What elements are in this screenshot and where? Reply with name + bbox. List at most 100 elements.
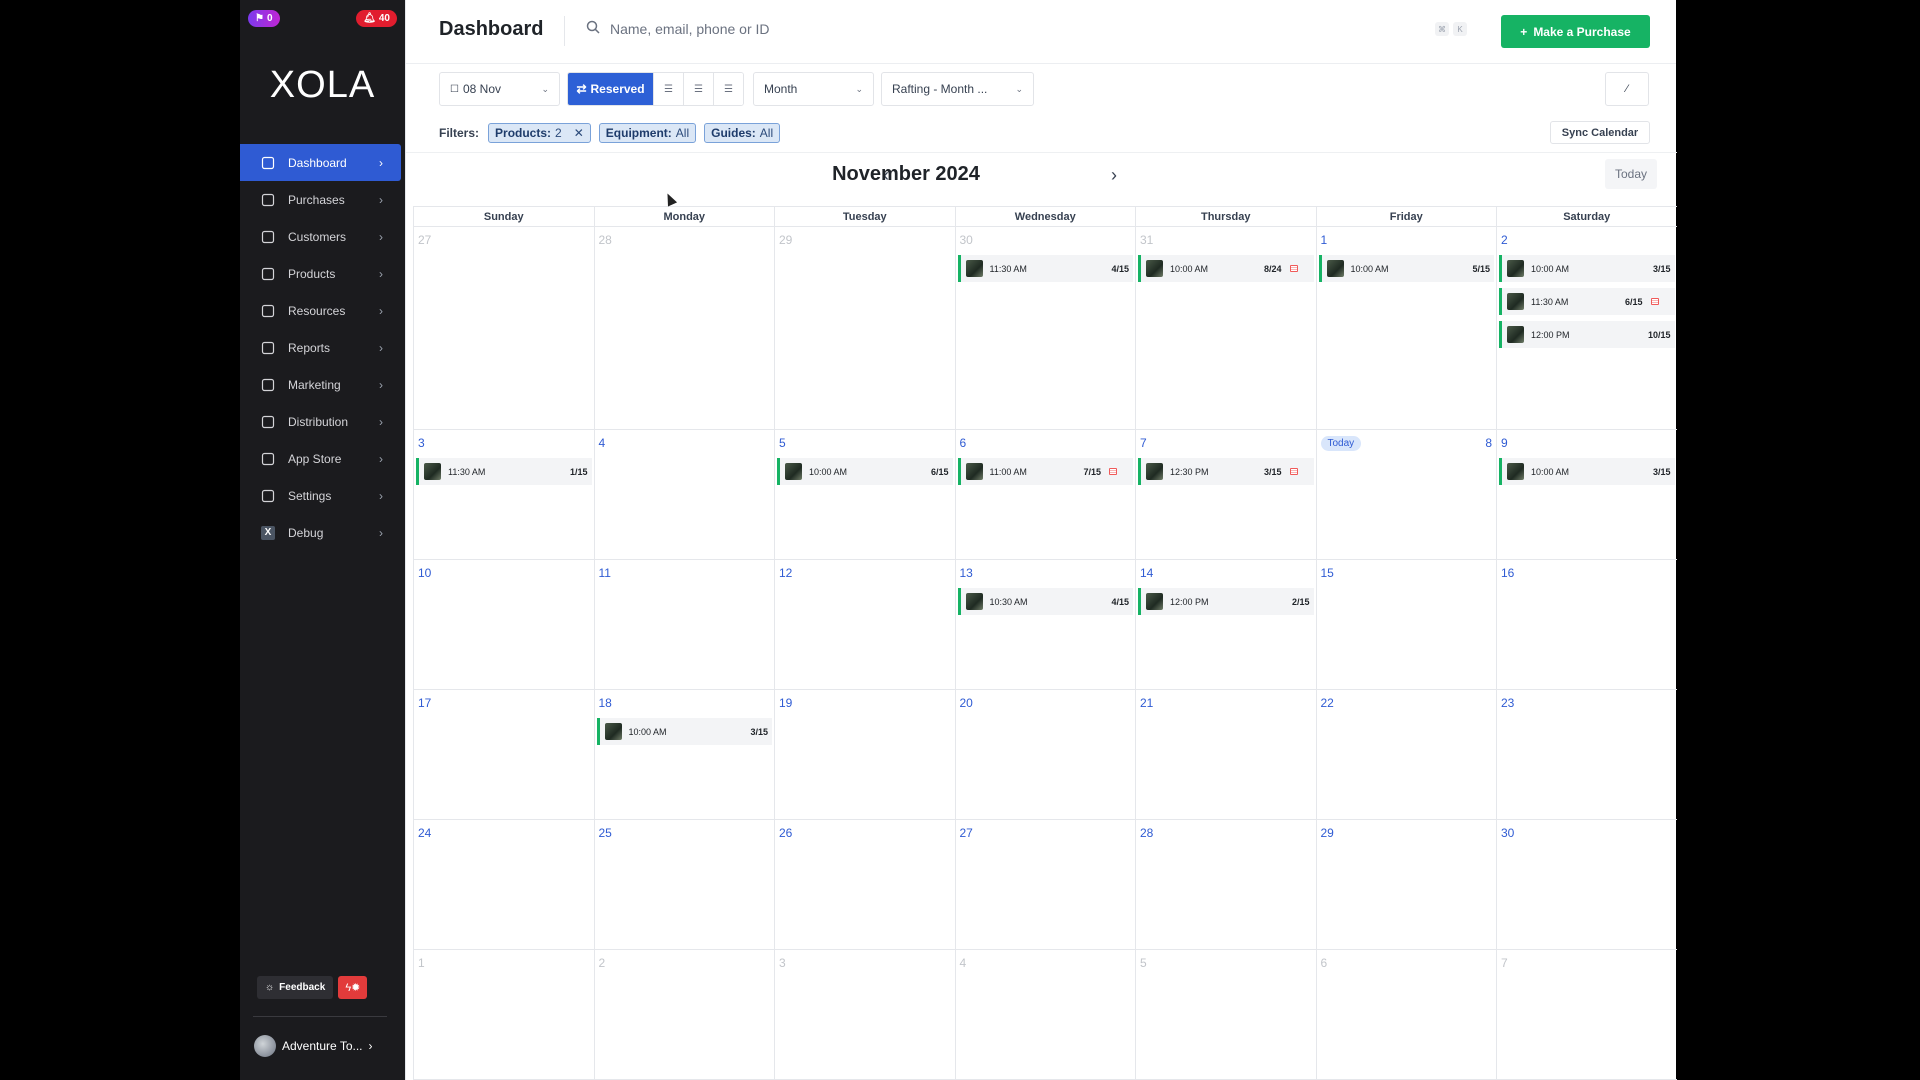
day-cell[interactable]: 1 10:00 AM 5/15	[1315, 227, 1497, 429]
magic-wand-button[interactable]: ⁄	[1605, 72, 1649, 106]
day-cell[interactable]: Today 8	[1315, 430, 1497, 559]
day-cell[interactable]: 4	[593, 430, 775, 559]
event-slot[interactable]: 10:00 AM 3/15	[1499, 458, 1675, 485]
day-cell[interactable]: 29	[1315, 820, 1497, 949]
day-cell[interactable]: 31 10:00 AM 8/24	[1135, 227, 1316, 429]
period-select[interactable]: Month ⌄	[753, 72, 874, 106]
day-cell[interactable]: 17	[413, 690, 594, 819]
day-cell[interactable]: 14 12:00 PM 2/15	[1135, 560, 1316, 689]
sidebar-item-dashboard[interactable]: Dashboard ›	[240, 144, 401, 181]
day-cell[interactable]: 30 11:30 AM 4/15	[954, 227, 1136, 429]
next-month-arrow-icon[interactable]: ›	[1111, 165, 1117, 186]
day-cell[interactable]: 30	[1496, 820, 1677, 949]
feedback-button[interactable]: ☼ Feedback	[257, 976, 334, 999]
sidebar-item-reports[interactable]: Reports ›	[240, 329, 401, 366]
reserved-toggle[interactable]: ⇄ Reserved	[568, 73, 653, 105]
sync-calendar-button[interactable]: Sync Calendar	[1550, 121, 1650, 144]
day-cell[interactable]: 3 11:30 AM 1/15	[413, 430, 594, 559]
search-input[interactable]: Name, email, phone or ID	[586, 20, 770, 37]
day-cell[interactable]: 28	[1135, 820, 1316, 949]
day-cell[interactable]: 23	[1496, 690, 1677, 819]
event-slot[interactable]: 10:00 AM 5/15	[1318, 255, 1494, 282]
day-cell[interactable]: 22	[1315, 690, 1497, 819]
day-cell[interactable]: 18 10:00 AM 3/15	[593, 690, 775, 819]
day-cell[interactable]: 28	[593, 227, 775, 429]
close-icon[interactable]: ✕	[574, 126, 584, 140]
account-switcher[interactable]: Adventure To... ›	[254, 1035, 373, 1057]
day-cell[interactable]: 12	[774, 560, 955, 689]
event-slot[interactable]: 11:30 AM 4/15	[957, 255, 1133, 282]
sidebar-item-distribution[interactable]: Distribution ›	[240, 403, 401, 440]
event-slot[interactable]: 11:00 AM 7/15	[957, 458, 1133, 485]
day-number: 1	[418, 956, 425, 970]
sidebar-item-label: Purchases	[288, 192, 345, 207]
day-cell[interactable]: 29	[774, 227, 955, 429]
list-view-2-button[interactable]: ☰	[683, 73, 713, 105]
day-cell[interactable]: 6	[1315, 950, 1497, 1079]
day-cell[interactable]: 10	[413, 560, 594, 689]
chevron-right-icon: ›	[368, 1039, 373, 1053]
day-cell[interactable]: 15	[1315, 560, 1497, 689]
bug-report-button[interactable]: ϟ✹	[338, 976, 368, 999]
sidebar-item-debug[interactable]: X Debug ›	[240, 514, 401, 551]
sidebar-item-marketing[interactable]: Marketing ›	[240, 366, 401, 403]
event-slot[interactable]: 11:30 AM 6/15	[1499, 288, 1675, 315]
products-filter-chip[interactable]: Products: 2 ✕	[488, 123, 591, 143]
event-slot[interactable]: 10:30 AM 4/15	[957, 588, 1133, 615]
event-slot[interactable]: 10:00 AM 6/15	[777, 458, 953, 485]
day-cell[interactable]: 3	[774, 950, 955, 1079]
event-capacity: 6/15	[1624, 296, 1643, 307]
sidebar-item-purchases[interactable]: Purchases ›	[240, 181, 401, 218]
day-cell[interactable]: 2	[593, 950, 775, 1079]
day-cell[interactable]: 24	[413, 820, 594, 949]
day-cell[interactable]: 7	[1496, 950, 1677, 1079]
day-cell[interactable]: 5 10:00 AM 6/15	[774, 430, 955, 559]
day-cell[interactable]: 25	[593, 820, 775, 949]
day-cell[interactable]: 7 12:30 PM 3/15	[1135, 430, 1316, 559]
equipment-filter-chip[interactable]: Equipment: All	[598, 123, 697, 143]
sidebar-item-resources[interactable]: Resources ›	[240, 292, 401, 329]
day-cell[interactable]: 27	[954, 820, 1136, 949]
event-slot[interactable]: 12:30 PM 3/15	[1138, 458, 1314, 485]
event-slot[interactable]: 12:00 PM 2/15	[1138, 588, 1314, 615]
list-view-1-button[interactable]: ☰	[653, 73, 683, 105]
day-cell[interactable]: 9 10:00 AM 3/15	[1496, 430, 1677, 559]
product-select[interactable]: Rafting - Month ... ⌄	[881, 72, 1034, 106]
sidebar-item-app-store[interactable]: App Store ›	[240, 440, 401, 477]
sidebar-item-settings[interactable]: Settings ›	[240, 477, 401, 514]
day-cell[interactable]: 21	[1135, 690, 1316, 819]
day-cell[interactable]: 1	[413, 950, 594, 1079]
day-cell[interactable]: 11	[593, 560, 775, 689]
day-cell[interactable]: 27	[413, 227, 594, 429]
notifications-badge[interactable]: ⚑ 0	[248, 10, 280, 27]
avatar	[254, 1035, 276, 1057]
alerts-badge[interactable]: 🔔︎ 40	[356, 10, 397, 27]
sidebar-item-products[interactable]: Products ›	[240, 255, 401, 292]
day-cell[interactable]: 16	[1496, 560, 1677, 689]
day-cell[interactable]: 13 10:30 AM 4/15	[954, 560, 1136, 689]
event-slot[interactable]: 11:30 AM 1/15	[416, 458, 592, 485]
mouse-cursor	[662, 191, 678, 207]
day-number: 2	[598, 956, 606, 970]
event-slot[interactable]: 10:00 AM 8/24	[1138, 255, 1314, 282]
event-slot[interactable]: 10:00 AM 3/15	[1499, 255, 1675, 282]
day-cell[interactable]: 19	[774, 690, 955, 819]
brand-logo[interactable]: XOLA	[240, 64, 405, 107]
day-cell[interactable]: 6 11:00 AM 7/15	[954, 430, 1136, 559]
list-view-3-button[interactable]: ☰	[713, 73, 743, 105]
day-number: 17	[418, 696, 432, 710]
sidebar-item-customers[interactable]: Customers ›	[240, 218, 401, 255]
event-slot[interactable]: 10:00 AM 3/15	[596, 718, 772, 745]
day-cell[interactable]: 5	[1135, 950, 1316, 1079]
date-picker[interactable]: ☐ 08 Nov ⌄	[439, 72, 560, 106]
day-cell[interactable]: 2 10:00 AM 3/15 11:30 AM 6/15 12:00 PM 10/15	[1496, 227, 1677, 429]
guides-filter-chip[interactable]: Guides: All	[704, 123, 781, 143]
day-cell[interactable]: 20	[954, 690, 1136, 819]
day-cell[interactable]: 4	[954, 950, 1136, 1079]
day-number: 20	[959, 696, 973, 710]
event-slot[interactable]: 12:00 PM 10/15	[1499, 321, 1675, 348]
chevron-right-icon: ›	[379, 155, 383, 170]
today-button[interactable]: Today	[1605, 159, 1657, 189]
day-cell[interactable]: 26	[774, 820, 955, 949]
make-purchase-button[interactable]: + Make a Purchase	[1501, 15, 1650, 48]
